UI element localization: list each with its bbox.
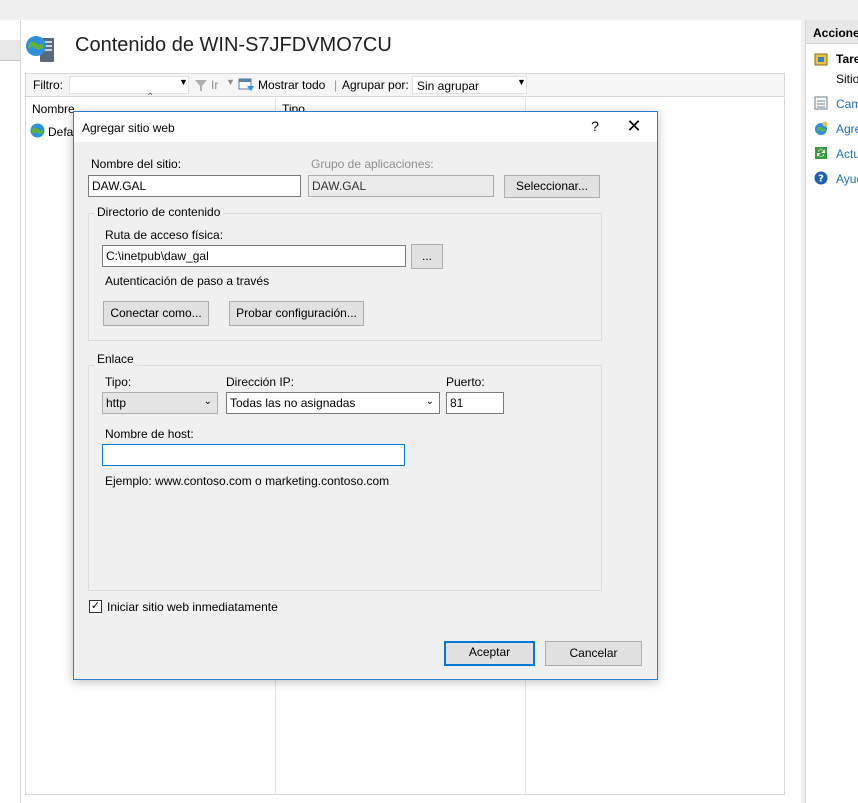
filter-dropdown-arrow-icon[interactable]: ▼ <box>179 77 188 87</box>
toolbar-separator: | <box>334 78 338 92</box>
svg-text:?: ? <box>818 174 824 185</box>
type-chevron-down-icon: ⌄ <box>203 396 212 407</box>
connections-pane-edge <box>0 20 21 803</box>
site-name-label: Nombre del sitio: <box>91 157 182 171</box>
filter-toolbar: Filtro: ▼ Ir ▼ Mostrar todo | Agrupar po… <box>25 73 785 97</box>
show-all-button[interactable]: Mostrar todo <box>258 78 325 92</box>
refresh-icon <box>815 147 827 159</box>
start-immediately-label[interactable]: Iniciar sitio web inmediatamente <box>107 600 278 614</box>
dialog-title: Agregar sitio web <box>82 121 175 135</box>
cancel-button[interactable]: Cancelar <box>545 641 642 666</box>
binding-group-title: Enlace <box>94 352 137 366</box>
hostname-label: Nombre de host: <box>105 427 194 441</box>
action-refresh[interactable]: Actu <box>836 147 858 161</box>
go-dropdown-arrow-icon[interactable]: ▼ <box>226 77 235 87</box>
sort-up-icon: ⌃ <box>146 92 155 103</box>
app-pool-label: Grupo de aplicaciones: <box>311 157 434 171</box>
group-by-chevron-down-icon[interactable]: ▼ <box>517 77 526 87</box>
show-all-icon <box>238 78 254 91</box>
start-immediately-checkbox[interactable]: ✓ <box>89 600 102 613</box>
test-settings-button[interactable]: Probar configuración... <box>229 301 364 326</box>
actions-panel: Acciones Tare Sitio Cam Agre Actu ? Ayud <box>805 20 858 803</box>
filter-input[interactable] <box>69 76 189 94</box>
type-label: Tipo: <box>105 375 132 389</box>
group-by-select[interactable]: Sin agrupar <box>412 76 527 94</box>
server-globe-icon <box>26 36 54 62</box>
ip-address-label: Dirección IP: <box>226 375 295 389</box>
app-pool-field: DAW.GAL <box>308 175 494 197</box>
action-add-site[interactable]: Agre <box>836 122 858 136</box>
action-help[interactable]: Ayud <box>836 172 858 186</box>
help-button[interactable]: ? <box>585 118 605 134</box>
list-item[interactable]: Defa <box>48 125 73 139</box>
dialog-titlebar[interactable]: Agregar sitio web ? ✕ <box>74 112 657 142</box>
filter-label: Filtro: <box>33 78 63 92</box>
connect-as-button[interactable]: Conectar como... <box>103 301 209 326</box>
type-value: http <box>106 396 127 410</box>
help-icon: ? <box>814 171 828 185</box>
physical-path-label: Ruta de acceso física: <box>105 228 224 242</box>
physical-path-input[interactable]: C:\inetpub\daw_gal <box>102 245 406 267</box>
site-name-input[interactable]: DAW.GAL <box>88 175 301 197</box>
funnel-icon <box>195 80 207 91</box>
column-header-name[interactable]: Nombre <box>32 102 75 116</box>
top-strip <box>0 0 858 20</box>
tasks-section-title: Tare <box>836 52 858 66</box>
select-app-pool-button[interactable]: Seleccionar... <box>504 175 600 198</box>
connections-pane-tab[interactable] <box>0 40 20 61</box>
ip-address-value: Todas las no asignadas <box>230 396 356 410</box>
add-website-dialog: Agregar sitio web ? ✕ Nombre del sitio: … <box>73 111 658 680</box>
add-site-icon <box>815 121 828 135</box>
content-directory-group-title: Directorio de contenido <box>94 205 224 219</box>
hostname-input[interactable] <box>102 444 405 466</box>
group-by-value: Sin agrupar <box>417 79 480 93</box>
passthrough-auth-label: Autenticación de paso a través <box>105 274 270 288</box>
page-title: Contenido de WIN-S7JFDVMO7CU <box>75 34 392 56</box>
globe-icon <box>30 123 45 138</box>
tasks-icon <box>814 53 828 66</box>
ok-button[interactable]: Aceptar <box>444 641 535 666</box>
view-icon <box>814 96 828 110</box>
actions-header: Acciones <box>806 20 858 44</box>
group-by-label: Agrupar por: <box>342 78 409 92</box>
ip-address-select[interactable]: Todas las no asignadas ⌄ <box>226 392 440 414</box>
port-label: Puerto: <box>446 375 485 389</box>
type-select[interactable]: http ⌄ <box>102 392 218 414</box>
close-icon[interactable]: ✕ <box>622 116 646 137</box>
ip-chevron-down-icon: ⌄ <box>425 396 434 407</box>
tasks-section-subtitle: Sitio <box>836 72 858 86</box>
port-input[interactable]: 81 <box>446 392 504 414</box>
hostname-example-text: Ejemplo: www.contoso.com o marketing.con… <box>105 474 390 488</box>
action-switch-view[interactable]: Cam <box>836 97 858 111</box>
browse-button[interactable]: ... <box>411 244 443 269</box>
go-button[interactable]: Ir <box>211 78 218 92</box>
